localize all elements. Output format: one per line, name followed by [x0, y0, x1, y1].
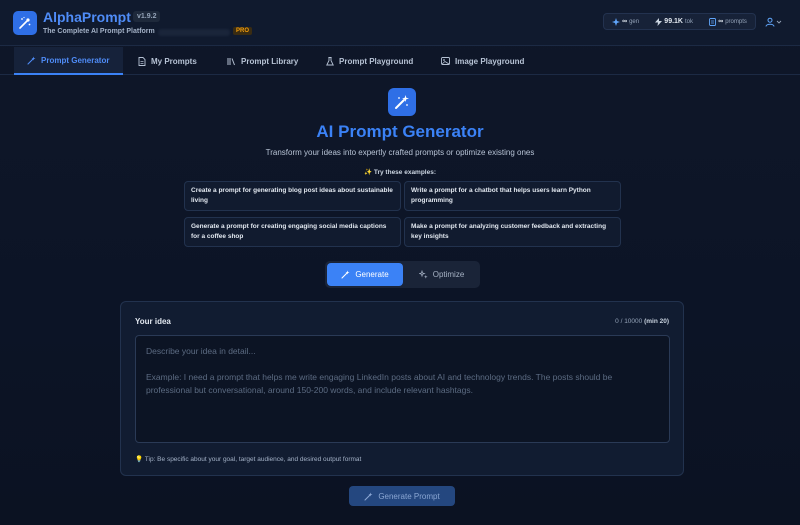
user-menu-button[interactable] — [765, 15, 787, 29]
generate-prompt-label: Generate Prompt — [378, 491, 440, 501]
tab-prompt-library-label: Prompt Library — [241, 56, 299, 66]
tab-prompt-playground[interactable]: Prompt Playground — [326, 47, 413, 75]
stat-prompts-label: prompts — [725, 18, 747, 25]
blurred-text — [158, 29, 230, 36]
logo-icon[interactable] — [13, 11, 37, 35]
stat-prompts: ∞ prompts — [709, 17, 747, 26]
character-count: 0 / 10000 (min 20) — [615, 318, 669, 325]
sparkle-icon — [612, 17, 621, 26]
bolt-icon — [655, 17, 663, 26]
tab-image-playground[interactable]: Image Playground — [441, 47, 524, 75]
example-prompt-card[interactable]: Create a prompt for generating blog post… — [184, 181, 401, 211]
usage-stats[interactable]: ∞ gen 99.1K tok ∞ prompts — [603, 13, 756, 30]
generate-mode-label: Generate — [355, 270, 389, 279]
flask-icon — [326, 56, 334, 65]
chevron-down-icon — [776, 20, 782, 24]
main-tabs: Prompt Generator My Prompts Prompt Libra… — [0, 47, 800, 75]
tab-prompt-generator-label: Prompt Generator — [41, 55, 110, 65]
wand-icon — [388, 88, 416, 116]
example-prompt-card[interactable]: Write a prompt for a chatbot that helps … — [404, 181, 621, 211]
tab-prompt-library[interactable]: Prompt Library — [227, 47, 298, 75]
image-icon — [441, 57, 450, 65]
stat-tokens: 99.1K tok — [655, 17, 693, 26]
generate-prompt-button[interactable]: Generate Prompt — [349, 486, 455, 506]
tab-my-prompts-label: My Prompts — [151, 56, 197, 66]
wand-icon — [27, 56, 36, 65]
wand-icon — [364, 492, 373, 501]
tab-prompt-generator[interactable]: Prompt Generator — [14, 47, 123, 75]
tab-prompt-playground-label: Prompt Playground — [339, 56, 414, 66]
document-icon — [709, 17, 717, 26]
page-title: AI Prompt Generator — [316, 122, 484, 141]
mode-toggle: Generate Optimize — [325, 261, 480, 288]
stat-tokens-label: tok — [684, 18, 693, 25]
wand-icon — [341, 270, 350, 279]
sparkles-icon — [418, 270, 428, 279]
idea-label: Your idea — [135, 317, 171, 326]
version-badge: v1.9.2 — [133, 11, 161, 22]
tip-text: 💡 Tip: Be specific about your goal, targ… — [135, 456, 362, 463]
example-prompt-card[interactable]: Make a prompt for analyzing customer fee… — [404, 217, 621, 247]
character-count-value: 0 / 10000 — [615, 318, 643, 325]
app-tagline: The Complete AI Prompt Platform — [43, 28, 155, 35]
generate-mode-button[interactable]: Generate — [327, 263, 403, 286]
app-header: AlphaPrompt v1.9.2 The Complete AI Promp… — [0, 0, 800, 46]
stat-generations-value: ∞ — [622, 18, 628, 25]
stat-generations: ∞ gen — [612, 17, 640, 26]
optimize-mode-button[interactable]: Optimize — [405, 263, 478, 286]
user-icon — [765, 17, 775, 27]
idea-input[interactable] — [135, 335, 670, 443]
page-subtitle: Transform your ideas into expertly craft… — [265, 148, 535, 157]
optimize-mode-label: Optimize — [432, 270, 465, 279]
stat-generations-label: gen — [629, 18, 640, 25]
tab-image-playground-label: Image Playground — [455, 56, 525, 66]
examples-heading: ✨ Try these examples: — [363, 169, 437, 176]
example-prompt-card[interactable]: Generate a prompt for creating engaging … — [184, 217, 401, 247]
app-name[interactable]: AlphaPrompt — [43, 9, 131, 25]
character-minimum: (min 20) — [644, 318, 669, 325]
stat-tokens-value: 99.1K — [664, 18, 683, 25]
document-icon — [138, 56, 146, 66]
stat-prompts-value: ∞ — [718, 18, 724, 25]
library-icon — [227, 57, 235, 65]
idea-card: Your idea 0 / 10000 (min 20) 💡 Tip: Be s… — [120, 301, 684, 476]
pro-badge: PRO — [233, 27, 253, 35]
tab-my-prompts[interactable]: My Prompts — [138, 47, 197, 75]
